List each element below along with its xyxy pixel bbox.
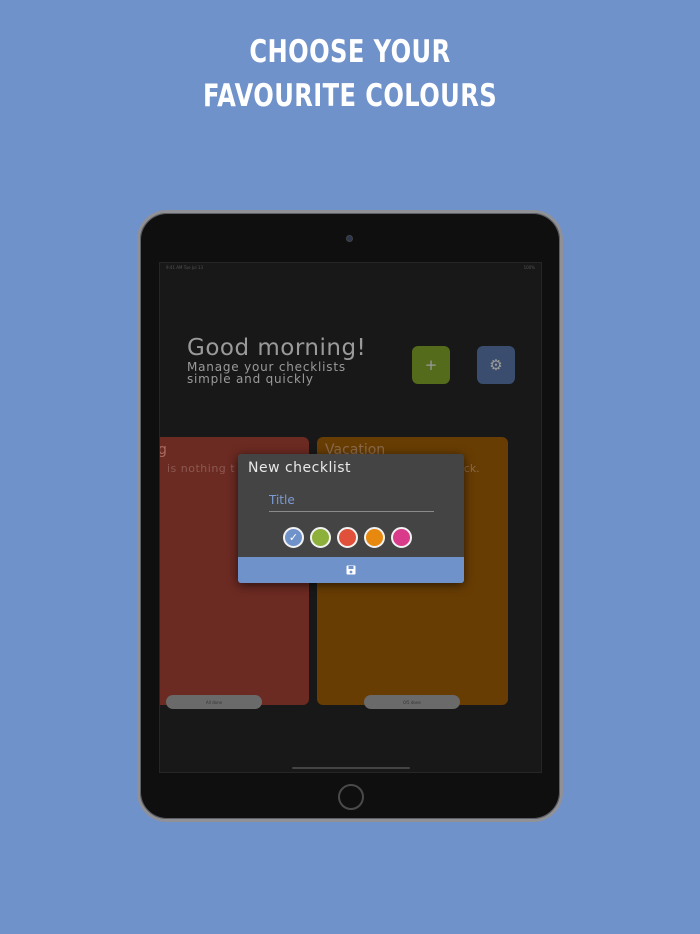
headline-line-1: CHOOSE YOUR xyxy=(249,34,451,70)
page-subtitle: Manage your checklists simple and quickl… xyxy=(187,360,346,386)
headline-line-2: FAVOURITE COLOURS xyxy=(202,78,498,114)
color-swatch-blue[interactable]: ✓ xyxy=(283,527,304,548)
status-battery: 100% xyxy=(523,265,535,270)
color-picker: ✓ xyxy=(283,527,412,548)
page-title: Good morning! xyxy=(187,335,367,361)
color-swatch-pink[interactable] xyxy=(391,527,412,548)
marketing-headline: CHOOSE YOUR FAVOURITE COLOURS xyxy=(77,30,623,118)
greeting: Good morning! Manage your checklists sim… xyxy=(187,335,387,385)
card-title: g xyxy=(160,442,167,458)
status-time: 9:41 AM Tue Jul 13 xyxy=(166,265,204,270)
settings-button[interactable]: ⚙ xyxy=(477,346,515,384)
title-input[interactable] xyxy=(269,488,434,512)
app-screen: 9:41 AM Tue Jul 13 100% Good morning! Ma… xyxy=(159,262,542,773)
home-indicator xyxy=(292,767,410,769)
ipad-frame: 9:41 AM Tue Jul 13 100% Good morning! Ma… xyxy=(137,210,563,822)
color-swatch-orange[interactable] xyxy=(364,527,385,548)
save-icon xyxy=(346,565,356,575)
status-bar: 9:41 AM Tue Jul 13 100% xyxy=(166,265,535,271)
card-status-pill: All done xyxy=(166,695,262,709)
card-message: is nothing t xyxy=(167,462,236,475)
save-button[interactable] xyxy=(238,557,464,583)
gear-icon: ⚙ xyxy=(489,356,503,374)
camera-icon xyxy=(346,235,353,242)
add-checklist-button[interactable]: + xyxy=(412,346,450,384)
color-swatch-red[interactable] xyxy=(337,527,358,548)
color-swatch-green[interactable] xyxy=(310,527,331,548)
check-icon: ✓ xyxy=(288,531,299,544)
new-checklist-dialog: New checklist ✓ xyxy=(238,454,464,583)
plus-icon: + xyxy=(424,356,438,374)
card-status-pill: 0/5 done xyxy=(364,695,460,709)
dialog-title: New checklist xyxy=(248,460,352,476)
home-button[interactable] xyxy=(338,784,364,810)
